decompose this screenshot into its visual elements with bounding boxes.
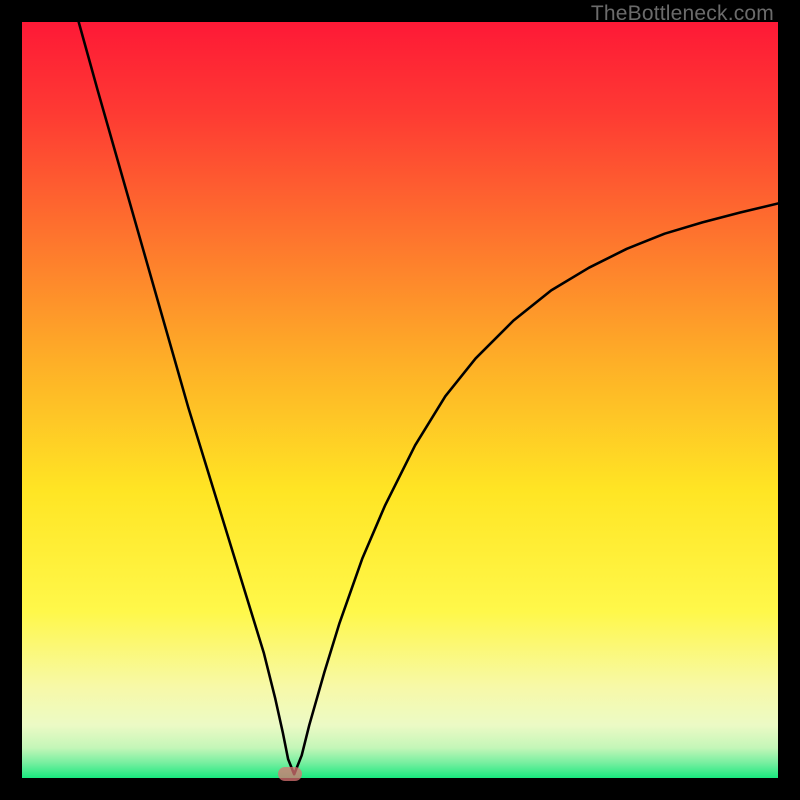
bottleneck-curve bbox=[22, 22, 778, 778]
watermark-text: TheBottleneck.com bbox=[591, 2, 774, 26]
curve-path bbox=[79, 22, 778, 774]
bottleneck-marker bbox=[278, 767, 302, 781]
